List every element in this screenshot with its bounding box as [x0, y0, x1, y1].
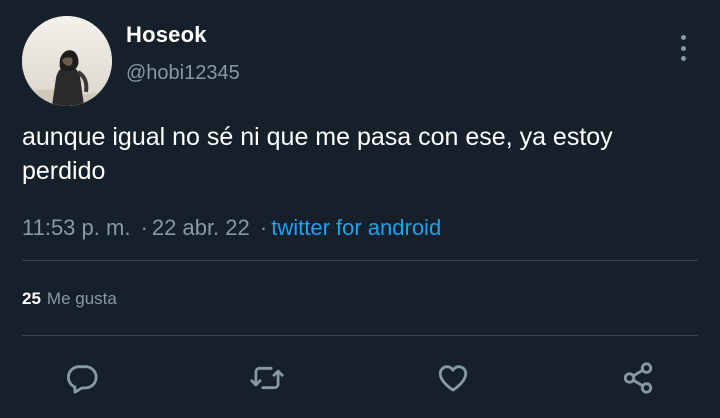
tweet-text: aunque igual no sé ni que me pasa con es… [22, 123, 613, 185]
share-button[interactable] [620, 360, 656, 396]
meta-separator: · [140, 215, 148, 240]
more-dot [680, 35, 686, 40]
divider [22, 260, 698, 261]
tweet-date[interactable]: 22 abr. 22 [152, 215, 250, 240]
retweet-icon [250, 366, 284, 390]
share-icon [623, 362, 653, 394]
display-name[interactable]: Hoseok [126, 22, 207, 48]
reply-button[interactable] [64, 360, 100, 396]
meta-separator: · [259, 215, 268, 240]
user-handle[interactable]: @hobi12345 [126, 62, 240, 85]
more-options-icon[interactable] [670, 34, 696, 62]
tweet-time[interactable]: 11:53 p. m. [22, 215, 130, 240]
tweet-meta: 11:53 p. m. · 22 abr. 22 · twitter for and… [22, 215, 441, 241]
like-icon [438, 365, 468, 392]
more-dot [680, 56, 686, 61]
likes-label: Me gusta [46, 289, 117, 308]
profile-photo-icon [22, 16, 112, 106]
divider [22, 335, 698, 336]
more-dot [680, 45, 686, 51]
likes-stat[interactable]: 25 Me gusta [22, 289, 117, 309]
avatar[interactable] [22, 16, 112, 106]
likes-count: 25 [22, 289, 41, 308]
retweet-button[interactable] [249, 360, 285, 396]
like-button[interactable] [435, 360, 471, 396]
reply-icon [67, 365, 98, 394]
tweet-source-link[interactable]: twitter for android [271, 215, 441, 240]
